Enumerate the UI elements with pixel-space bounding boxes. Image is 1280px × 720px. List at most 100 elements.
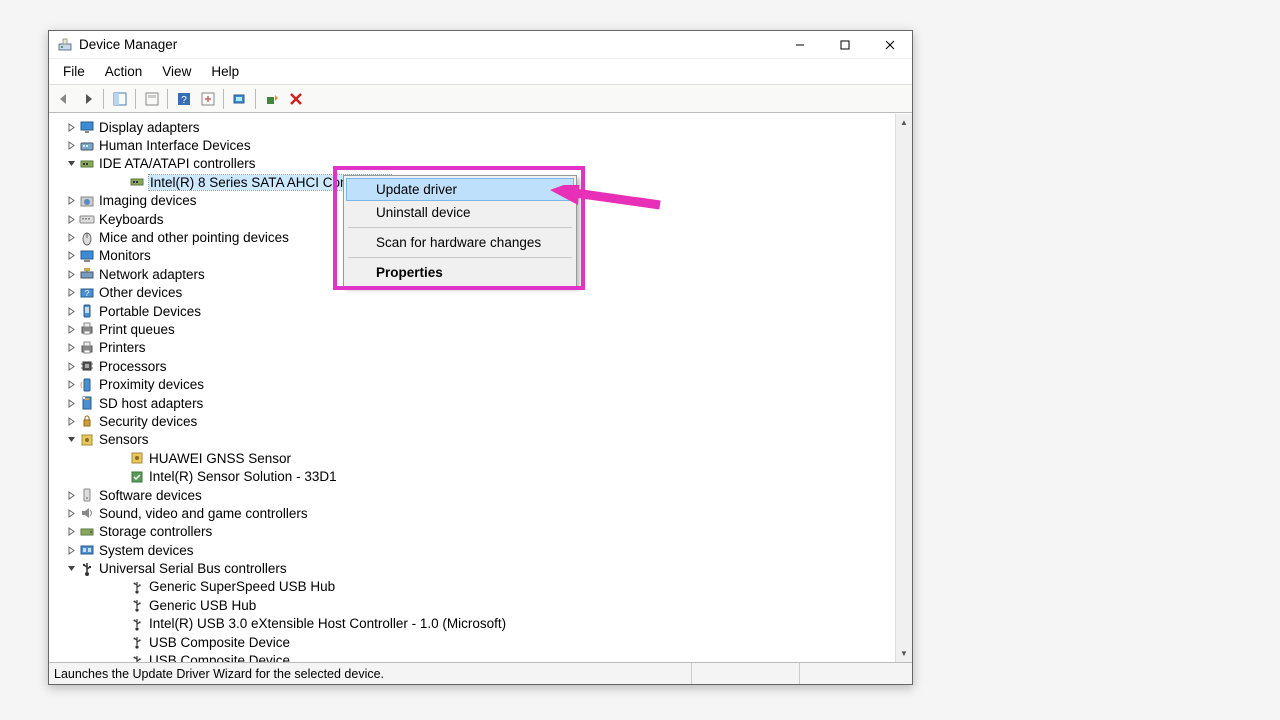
tool-icon-2[interactable] xyxy=(196,88,219,110)
update-driver-icon[interactable] xyxy=(260,88,283,110)
tree-spacer xyxy=(115,618,127,630)
status-cell-2 xyxy=(692,663,800,684)
chevron-right-icon[interactable] xyxy=(65,232,77,244)
chevron-down-icon[interactable] xyxy=(65,158,77,170)
tree-item[interactable]: IDE ATA/ATAPI controllers xyxy=(53,155,895,173)
sensor-icon xyxy=(79,432,95,448)
chevron-right-icon[interactable] xyxy=(65,397,77,409)
imaging-icon xyxy=(79,193,95,209)
tree-item-label: Processors xyxy=(99,359,167,374)
tree-item[interactable]: USB Composite Device xyxy=(53,651,895,662)
tree-item[interactable]: Generic SuperSpeed USB Hub xyxy=(53,578,895,596)
storage-icon xyxy=(79,524,95,540)
chevron-right-icon[interactable] xyxy=(65,287,77,299)
tree-item[interactable]: Sensors xyxy=(53,431,895,449)
chevron-right-icon[interactable] xyxy=(65,121,77,133)
forward-button[interactable] xyxy=(76,88,99,110)
context-properties[interactable]: Properties xyxy=(346,261,574,284)
tree-item[interactable]: HUAWEI GNSS Sensor xyxy=(53,449,895,467)
tree-item-label: Keyboards xyxy=(99,212,164,227)
usb-icon xyxy=(79,561,95,577)
window-title: Device Manager xyxy=(79,37,177,52)
scroll-down-icon[interactable]: ▼ xyxy=(896,645,912,662)
tree-spacer xyxy=(115,636,127,648)
tree-item[interactable]: Software devices xyxy=(53,486,895,504)
chevron-down-icon[interactable] xyxy=(65,434,77,446)
tree-item[interactable]: USB Composite Device xyxy=(53,633,895,651)
tree-item[interactable]: Storage controllers xyxy=(53,523,895,541)
svg-text:?: ? xyxy=(85,289,90,298)
keyboard-icon xyxy=(79,211,95,227)
help-icon[interactable]: ? xyxy=(172,88,195,110)
cpu-icon xyxy=(79,358,95,374)
tree-item[interactable]: Generic USB Hub xyxy=(53,596,895,614)
context-scan-hardware[interactable]: Scan for hardware changes xyxy=(346,231,574,254)
chevron-right-icon[interactable] xyxy=(65,544,77,556)
tree-item-label: Mice and other pointing devices xyxy=(99,230,289,245)
monitor-icon xyxy=(79,248,95,264)
sensor2-icon xyxy=(129,469,145,485)
tool-icon-1[interactable] xyxy=(140,88,163,110)
chevron-right-icon[interactable] xyxy=(65,489,77,501)
chevron-right-icon[interactable] xyxy=(65,213,77,225)
tree-spacer xyxy=(115,581,127,593)
tree-spacer xyxy=(115,471,127,483)
tree-item[interactable]: Universal Serial Bus controllers xyxy=(53,559,895,577)
status-bar: Launches the Update Driver Wizard for th… xyxy=(49,662,912,684)
tree-item-label: Intel(R) Sensor Solution - 33D1 xyxy=(149,469,337,484)
tree-item[interactable]: Display adapters xyxy=(53,118,895,136)
scan-hardware-icon[interactable] xyxy=(228,88,251,110)
menu-file[interactable]: File xyxy=(53,61,95,82)
tree-item[interactable]: Print queues xyxy=(53,320,895,338)
tree-item-label: USB Composite Device xyxy=(149,635,290,650)
tree-item[interactable]: Portable Devices xyxy=(53,302,895,320)
context-update-driver[interactable]: Update driver xyxy=(346,178,574,201)
minimize-button[interactable] xyxy=(777,31,822,59)
tree-item-label: Monitors xyxy=(99,248,151,263)
chevron-right-icon[interactable] xyxy=(65,195,77,207)
chevron-right-icon[interactable] xyxy=(65,360,77,372)
chevron-right-icon[interactable] xyxy=(65,379,77,391)
uninstall-icon[interactable] xyxy=(284,88,307,110)
tree-item[interactable]: Processors xyxy=(53,357,895,375)
chevron-right-icon[interactable] xyxy=(65,250,77,262)
chevron-right-icon[interactable] xyxy=(65,507,77,519)
tree-item[interactable]: Intel(R) USB 3.0 eXtensible Host Control… xyxy=(53,615,895,633)
tree-item[interactable]: SD host adapters xyxy=(53,394,895,412)
tree-item[interactable]: Sound, video and game controllers xyxy=(53,504,895,522)
toolbar: ? xyxy=(49,85,912,113)
scroll-up-icon[interactable]: ▲ xyxy=(896,114,912,131)
context-separator-1 xyxy=(348,227,572,228)
context-uninstall-device[interactable]: Uninstall device xyxy=(346,201,574,224)
chevron-right-icon[interactable] xyxy=(65,342,77,354)
menu-action[interactable]: Action xyxy=(95,61,153,82)
menu-view[interactable]: View xyxy=(152,61,201,82)
menu-help[interactable]: Help xyxy=(201,61,249,82)
tree-item[interactable]: Proximity devices xyxy=(53,375,895,393)
tree-item-label: Proximity devices xyxy=(99,377,204,392)
tree-item-label: Human Interface Devices xyxy=(99,138,251,153)
tree-item[interactable]: Intel(R) Sensor Solution - 33D1 xyxy=(53,467,895,485)
chevron-right-icon[interactable] xyxy=(65,305,77,317)
printer-icon xyxy=(79,340,95,356)
tree-item[interactable]: System devices xyxy=(53,541,895,559)
chevron-right-icon[interactable] xyxy=(65,526,77,538)
vertical-scrollbar[interactable]: ▲ ▼ xyxy=(895,114,912,662)
tree-item-label: Other devices xyxy=(99,285,182,300)
chevron-down-icon[interactable] xyxy=(65,563,77,575)
portable-icon xyxy=(79,303,95,319)
tree-item[interactable]: Human Interface Devices xyxy=(53,136,895,154)
show-hide-button[interactable] xyxy=(108,88,131,110)
tree-item-label: Print queues xyxy=(99,322,175,337)
back-button[interactable] xyxy=(52,88,75,110)
titlebar: Device Manager xyxy=(49,31,912,59)
tree-item[interactable]: Security devices xyxy=(53,412,895,430)
chevron-right-icon[interactable] xyxy=(65,268,77,280)
chevron-right-icon[interactable] xyxy=(65,415,77,427)
maximize-button[interactable] xyxy=(822,31,867,59)
sensor-icon xyxy=(129,450,145,466)
tree-item[interactable]: Printers xyxy=(53,339,895,357)
close-button[interactable] xyxy=(867,31,912,59)
chevron-right-icon[interactable] xyxy=(65,323,77,335)
chevron-right-icon[interactable] xyxy=(65,140,77,152)
